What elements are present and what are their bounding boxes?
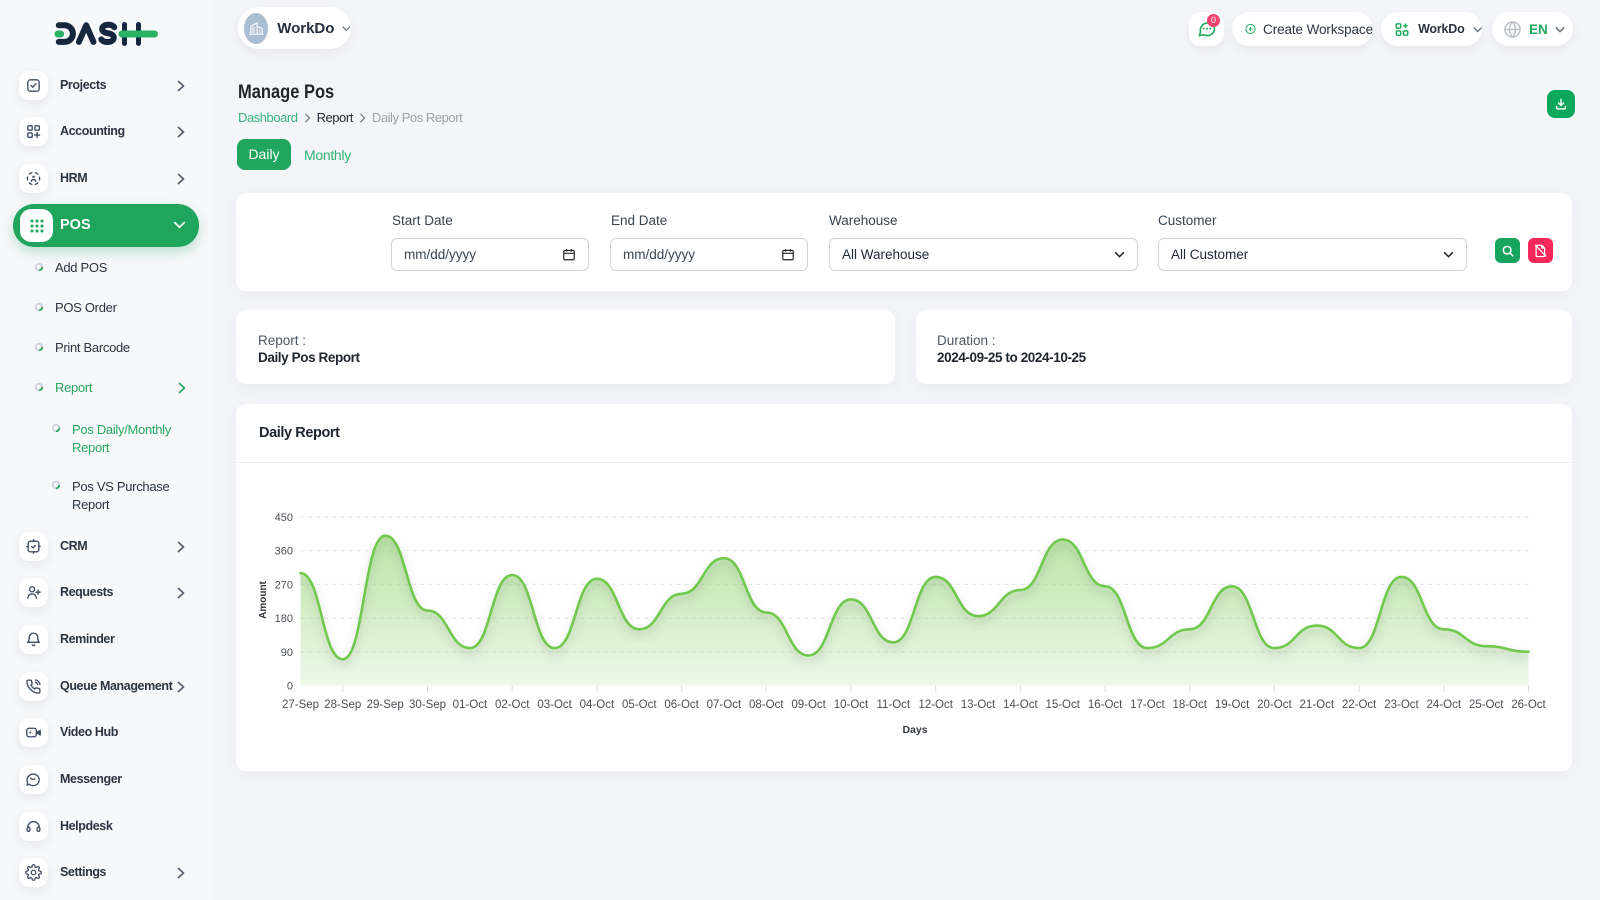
svg-text:360: 360: [275, 546, 293, 558]
svg-text:27-Sep: 27-Sep: [282, 699, 319, 711]
svg-text:Days: Days: [902, 724, 927, 736]
svg-text:450: 450: [275, 512, 293, 524]
svg-text:02-Oct: 02-Oct: [495, 699, 530, 711]
svg-text:05-Oct: 05-Oct: [622, 699, 657, 711]
svg-text:29-Sep: 29-Sep: [367, 699, 404, 711]
svg-text:90: 90: [281, 647, 293, 659]
svg-text:18-Oct: 18-Oct: [1172, 699, 1207, 711]
svg-text:13-Oct: 13-Oct: [961, 699, 996, 711]
svg-text:12-Oct: 12-Oct: [918, 699, 953, 711]
svg-text:08-Oct: 08-Oct: [749, 699, 784, 711]
svg-text:270: 270: [275, 579, 293, 591]
svg-text:19-Oct: 19-Oct: [1215, 699, 1250, 711]
svg-text:26-Oct: 26-Oct: [1511, 699, 1546, 711]
svg-text:28-Sep: 28-Sep: [324, 699, 361, 711]
svg-text:01-Oct: 01-Oct: [453, 699, 488, 711]
svg-text:24-Oct: 24-Oct: [1427, 699, 1462, 711]
svg-text:15-Oct: 15-Oct: [1045, 699, 1080, 711]
svg-text:20-Oct: 20-Oct: [1257, 699, 1292, 711]
svg-text:16-Oct: 16-Oct: [1088, 699, 1123, 711]
svg-text:07-Oct: 07-Oct: [707, 699, 742, 711]
svg-text:25-Oct: 25-Oct: [1469, 699, 1504, 711]
svg-text:04-Oct: 04-Oct: [580, 699, 615, 711]
svg-text:0: 0: [287, 681, 293, 693]
svg-text:03-Oct: 03-Oct: [537, 699, 572, 711]
svg-text:30-Sep: 30-Sep: [409, 699, 446, 711]
svg-text:Amount: Amount: [258, 580, 269, 618]
svg-text:14-Oct: 14-Oct: [1003, 699, 1038, 711]
svg-text:17-Oct: 17-Oct: [1130, 699, 1165, 711]
svg-text:180: 180: [275, 613, 293, 625]
svg-text:11-Oct: 11-Oct: [876, 699, 910, 711]
svg-text:09-Oct: 09-Oct: [791, 699, 826, 711]
svg-text:23-Oct: 23-Oct: [1384, 699, 1419, 711]
svg-text:06-Oct: 06-Oct: [664, 699, 699, 711]
svg-text:21-Oct: 21-Oct: [1300, 699, 1335, 711]
svg-text:22-Oct: 22-Oct: [1342, 699, 1377, 711]
svg-text:10-Oct: 10-Oct: [834, 699, 869, 711]
